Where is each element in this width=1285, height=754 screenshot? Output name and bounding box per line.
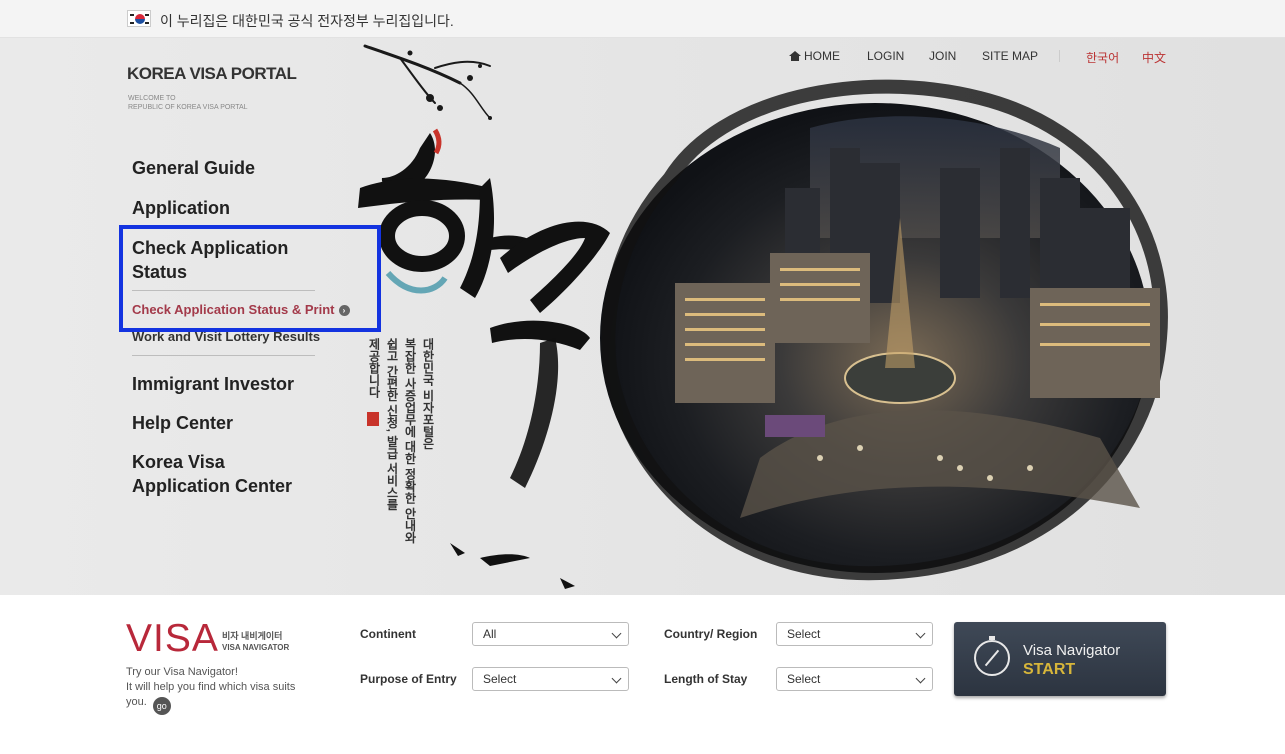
visa-navigator-logo: VISA [126,617,219,660]
purpose-of-entry-select-value: Select [483,672,517,686]
nav-general-guide[interactable]: General Guide [132,156,255,180]
top-nav-home[interactable]: HOME [789,49,840,63]
government-banner-text: 이 누리집은 대한민국 공식 전자정부 누리집입니다. [160,13,454,29]
nav-help-center[interactable]: Help Center [132,411,233,435]
home-icon [789,51,801,61]
hero-section: 대한민국 비자포털은 복잡한 사증업무에 대한 정확한 안내와 쉽고 간편한 신… [0,38,1285,595]
chevron-down-icon [915,628,926,639]
top-nav-login[interactable]: LOGIN [867,49,904,63]
continent-label: Continent [360,627,416,641]
top-nav-sitemap[interactable]: SITE MAP [982,49,1038,63]
length-of-stay-label: Length of Stay [664,672,748,686]
country-region-select[interactable]: Select [776,622,933,646]
visa-navigator-logo-kr: 비자 내비게이터 [222,631,283,641]
site-logo-subtitle: WELCOME TO REPUBLIC OF KOREA VISA PORTAL [128,94,288,112]
visa-desc-line-2: It will help you find which visa suits [126,681,296,693]
visa-navigator-start-title: Visa Navigator [1023,642,1121,659]
length-of-stay-select[interactable]: Select [776,667,933,691]
hero-vertical-text-2: 복잡한 사증업무에 대한 정확한 안내와 [403,338,417,544]
hero-vertical-text-1: 대한민국 비자포털은 [421,338,435,450]
continent-select-value: All [483,627,497,641]
logo-sub-line-1: WELCOME TO [128,95,176,102]
language-chinese[interactable]: 中文 [1142,49,1166,66]
korean-flag-icon [127,10,151,27]
logo-sub-line-2: REPUBLIC OF KOREA VISA PORTAL [128,104,248,111]
length-of-stay-select-value: Select [787,672,821,686]
highlight-box [119,225,381,332]
nav-application[interactable]: Application [132,196,230,220]
nav-kvac-line-2: Application Center [132,476,293,496]
nav-korea-visa-application-center[interactable]: Korea Visa Application Center [132,450,292,498]
visa-navigator-description: Try our Visa Navigator! It will help you… [126,665,316,715]
hero-vertical-text-4: 제공합니다 [367,338,381,398]
compass-icon [974,636,1010,676]
top-nav-join[interactable]: JOIN [929,49,956,63]
purpose-of-entry-select[interactable]: Select [472,667,629,691]
hero-artwork [358,44,1168,589]
country-region-select-value: Select [787,627,821,641]
top-nav-divider [1059,50,1060,62]
hero-vertical-text-3: 쉽고 간편한 신청, 발급 서비스를 [385,338,399,511]
site-logo[interactable]: KOREA VISA PORTAL [127,64,297,84]
country-region-label: Country/ Region [664,627,758,641]
visa-navigator-start-label: START [1023,661,1076,678]
visa-desc-line-1: Try our Visa Navigator! [126,666,238,678]
nav-kvac-line-1: Korea Visa [132,452,225,472]
purpose-of-entry-label: Purpose of Entry [360,672,457,686]
chevron-down-icon [611,628,622,639]
top-nav-home-label: HOME [804,49,840,63]
language-korean[interactable]: 한국어 [1086,49,1119,66]
chevron-down-icon [611,673,622,684]
government-banner: 이 누리집은 대한민국 공식 전자정부 누리집입니다. [0,0,1285,38]
nav-immigrant-investor[interactable]: Immigrant Investor [132,372,294,396]
chevron-down-icon [915,673,926,684]
go-button[interactable]: go [152,697,171,715]
nav-divider [132,355,315,356]
continent-select[interactable]: All [472,622,629,646]
visa-navigator-logo-en: VISA NAVIGATOR [222,643,290,652]
visa-desc-line-3: you. go [126,695,316,715]
visa-navigator-start-button[interactable]: Visa Navigator START [954,622,1166,696]
